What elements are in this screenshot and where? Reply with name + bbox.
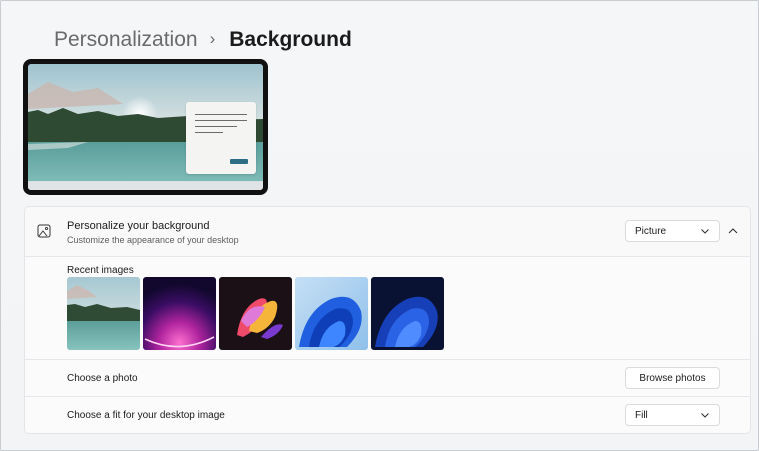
choose-fit-label: Choose a fit for your desktop image [67, 410, 225, 421]
preview-window [186, 102, 256, 174]
background-settings-card: Personalize your background Customize th… [24, 206, 751, 434]
ribbons-thumbnail [219, 277, 292, 350]
choose-photo-label: Choose a photo [67, 373, 138, 384]
fit-dropdown[interactable]: Fill [625, 404, 720, 426]
choose-photo-row: Choose a photo Browse photos [25, 359, 750, 397]
breadcrumb-separator: › [209, 29, 216, 48]
blue-bloom-dark-thumbnail [371, 277, 444, 350]
preview-screen [28, 64, 263, 190]
personalize-subtitle: Customize the appearance of your desktop [67, 235, 239, 245]
background-type-dropdown[interactable]: Picture [625, 220, 720, 242]
recent-image-lake[interactable] [67, 277, 140, 350]
breadcrumb: Personalization › Background [54, 28, 352, 52]
fit-value: Fill [635, 409, 648, 421]
chevron-down-icon [701, 229, 709, 234]
blue-bloom-light-thumbnail [295, 277, 368, 350]
choose-fit-row: Choose a fit for your desktop image Fill [25, 396, 750, 435]
chevron-up-icon[interactable] [727, 225, 739, 237]
preview-button [230, 159, 248, 164]
recent-image-blue-bloom-dark[interactable] [371, 277, 444, 350]
personalize-title: Personalize your background [67, 220, 210, 232]
preview-taskbar [28, 181, 263, 190]
recent-image-ribbons[interactable] [219, 277, 292, 350]
recent-image-blue-bloom-light[interactable] [295, 277, 368, 350]
recent-image-purple-glow[interactable] [143, 277, 216, 350]
recent-images-label: Recent images [67, 265, 134, 276]
breadcrumb-personalization[interactable]: Personalization [54, 28, 198, 52]
browse-photos-button[interactable]: Browse photos [625, 367, 720, 389]
chevron-down-icon [701, 413, 709, 418]
recent-images-list [67, 277, 444, 350]
settings-window: Personalization › Background Personalize… [0, 0, 759, 451]
background-type-value: Picture [635, 225, 667, 237]
purple-glow-thumbnail [143, 277, 216, 350]
personalize-background-header[interactable]: Personalize your background Customize th… [25, 207, 750, 257]
lake-thumbnail [67, 277, 140, 350]
page-title: Background [229, 28, 352, 51]
desktop-preview [23, 59, 268, 195]
image-icon [37, 224, 51, 238]
